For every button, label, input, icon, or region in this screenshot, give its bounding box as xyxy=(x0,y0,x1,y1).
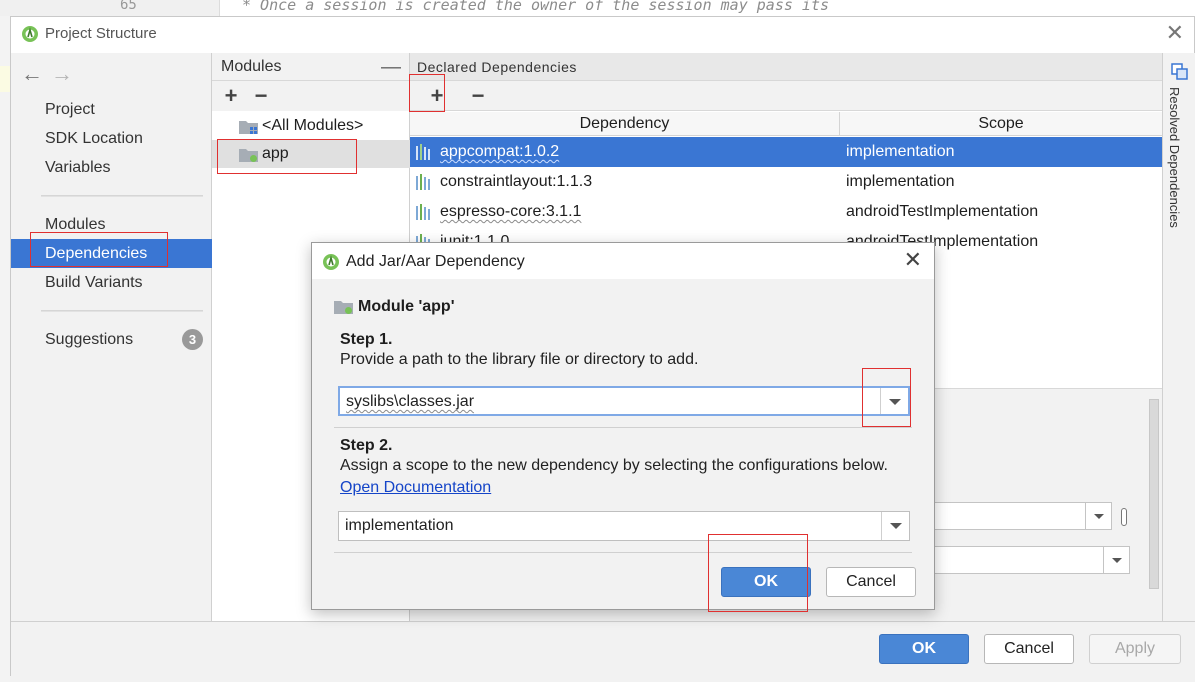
column-header-scope[interactable]: Scope xyxy=(840,112,1162,136)
android-studio-icon xyxy=(22,26,38,42)
table-row[interactable]: appcompat:1.0.2 implementation xyxy=(410,137,1162,167)
dependency-scope: implementation xyxy=(846,143,955,160)
cancel-button[interactable]: Cancel xyxy=(984,634,1074,664)
remove-module-icon[interactable]: − xyxy=(250,83,272,109)
library-icon xyxy=(416,144,430,160)
dialog-divider xyxy=(334,427,912,428)
open-documentation-link[interactable]: Open Documentation xyxy=(340,479,491,497)
dependency-scope: androidTestImplementation xyxy=(846,203,1039,220)
step2-title: Step 2. xyxy=(340,437,393,454)
dialog-ok-button[interactable]: OK xyxy=(721,567,811,597)
step1-description: Provide a path to the library file or di… xyxy=(340,351,699,368)
background-editor: 65 * Once a session is created the owner… xyxy=(0,0,1195,16)
left-navigation: ← → Project SDK Location Variables Module… xyxy=(11,53,212,621)
dialog-close-icon[interactable]: ✕ xyxy=(904,249,922,271)
scope-select[interactable]: implementation xyxy=(338,511,910,541)
nav-item-modules[interactable]: Modules xyxy=(11,210,212,239)
window-button-bar: OK Cancel Apply xyxy=(11,621,1195,677)
module-item-app[interactable]: app xyxy=(212,140,410,168)
android-studio-icon xyxy=(323,254,339,270)
window-close-icon[interactable]: ✕ xyxy=(1166,22,1184,44)
forward-arrow-icon[interactable]: → xyxy=(51,61,81,87)
dependency-name: espresso-core:3.1.1 xyxy=(440,203,582,220)
resolved-dependencies-icon xyxy=(1171,63,1188,80)
dependency-scope: implementation xyxy=(846,173,955,190)
dialog-cancel-button[interactable]: Cancel xyxy=(826,567,916,597)
chevron-down-icon[interactable] xyxy=(880,388,908,414)
ok-button[interactable]: OK xyxy=(879,634,969,664)
module-name: Module 'app' xyxy=(358,298,455,315)
chevron-down-icon xyxy=(1085,503,1111,529)
details-scrollbar[interactable] xyxy=(1149,399,1159,589)
table-row[interactable]: espresso-core:3.1.1 androidTestImplement… xyxy=(410,197,1162,227)
nav-divider xyxy=(41,310,203,312)
add-module-icon[interactable]: + xyxy=(220,83,242,109)
modules-toolbar: + − xyxy=(212,81,409,111)
add-dependency-icon[interactable]: + xyxy=(426,83,448,109)
nav-item-build-variants[interactable]: Build Variants xyxy=(11,268,212,297)
nav-item-project[interactable]: Project xyxy=(11,95,212,124)
dependencies-toolbar: + − xyxy=(410,81,1162,111)
table-row[interactable]: constraintlayout:1.1.3 implementation xyxy=(410,167,1162,197)
resolved-dependencies-label: Resolved Dependencies xyxy=(1167,87,1182,228)
add-jar-aar-dependency-dialog: Add Jar/Aar Dependency ✕ Module 'app' St… xyxy=(311,242,935,610)
nav-item-sdk-location[interactable]: SDK Location xyxy=(11,124,212,153)
editor-code-line: * Once a session is created the owner of… xyxy=(242,0,829,14)
library-icon xyxy=(416,204,430,220)
column-header-dependency[interactable]: Dependency xyxy=(410,112,840,136)
details-combo[interactable] xyxy=(930,546,1130,574)
chevron-down-icon[interactable] xyxy=(881,512,909,540)
editor-line-number: 65 xyxy=(120,0,137,13)
module-item-label: <All Modules> xyxy=(262,117,364,134)
dependency-name: constraintlayout:1.1.3 xyxy=(440,173,593,190)
dialog-titlebar: Add Jar/Aar Dependency ✕ xyxy=(312,243,934,279)
back-arrow-icon[interactable]: ← xyxy=(21,61,51,87)
editor-gutter: 65 xyxy=(0,0,220,16)
library-path-value: syslibs\classes.jar xyxy=(346,393,475,410)
details-checkbox[interactable] xyxy=(1121,508,1127,526)
nav-divider xyxy=(41,195,203,197)
dialog-title: Add Jar/Aar Dependency xyxy=(346,253,525,270)
nav-item-dependencies[interactable]: Dependencies xyxy=(11,239,212,268)
android-module-folder-icon xyxy=(239,149,258,162)
window-title: Project Structure xyxy=(45,25,157,42)
resolved-dependencies-strip[interactable]: Resolved Dependencies xyxy=(1162,53,1195,621)
module-item-label: app xyxy=(262,145,289,162)
nav-history: ← → xyxy=(21,61,81,87)
collapse-panel-icon[interactable]: — xyxy=(381,53,401,81)
android-module-folder-icon xyxy=(334,301,353,314)
dependency-name: appcompat:1.0.2 xyxy=(440,143,560,160)
dependencies-table-header: Dependency Scope xyxy=(410,112,1162,136)
library-path-field[interactable]: syslibs\classes.jar xyxy=(338,386,910,416)
modules-header-label: Modules xyxy=(221,58,282,75)
editor-left-margin xyxy=(0,16,10,682)
dialog-divider xyxy=(334,552,912,553)
nav-item-variables[interactable]: Variables xyxy=(11,153,212,182)
declared-dependencies-header: Declared Dependencies xyxy=(410,53,1162,81)
step2-description: Assign a scope to the new dependency by … xyxy=(340,457,888,474)
modules-header: Modules — xyxy=(212,53,409,81)
modules-folder-icon xyxy=(239,121,258,134)
remove-dependency-icon[interactable]: − xyxy=(467,83,489,109)
details-combo[interactable] xyxy=(930,502,1112,530)
dialog-module-label: Module 'app' xyxy=(334,298,455,316)
chevron-down-icon xyxy=(1103,547,1129,573)
module-item-all[interactable]: <All Modules> xyxy=(212,112,410,140)
suggestions-count-badge: 3 xyxy=(182,329,203,350)
window-titlebar: Project Structure ✕ xyxy=(11,17,1194,53)
apply-button[interactable]: Apply xyxy=(1089,634,1181,664)
library-icon xyxy=(416,174,430,190)
step1-title: Step 1. xyxy=(340,331,393,348)
scope-value: implementation xyxy=(345,517,454,534)
